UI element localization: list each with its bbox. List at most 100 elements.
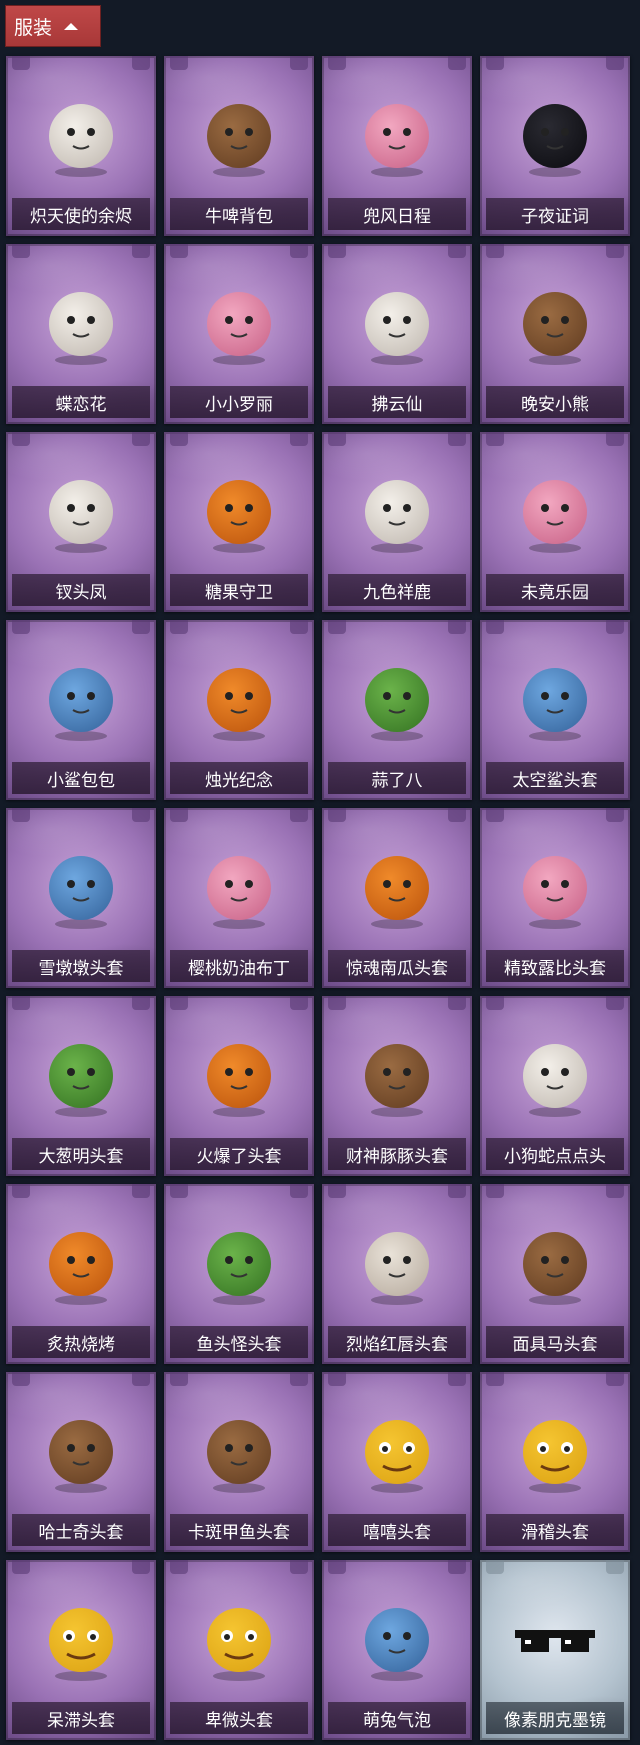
costume-item-card[interactable]: 小狗蛇点点头 [480,996,630,1176]
costume-item-card[interactable]: 哈士奇头套 [6,1372,156,1552]
costume-item-card[interactable]: 晚安小熊 [480,244,630,424]
scallion-head-icon [35,1028,127,1120]
costume-item-card[interactable]: 卡斑甲鱼头套 [164,1372,314,1552]
costume-item-card[interactable]: 雪墩墩头套 [6,808,156,988]
caret-up-icon [64,22,79,30]
costume-item-card[interactable]: 滑稽头套 [480,1372,630,1552]
card-clip-decoration [290,244,308,258]
card-clip-decoration [486,432,504,446]
costume-item-label: 烛光纪念 [170,762,308,794]
card-clip-decoration [132,620,150,634]
horse-head-icon [509,1216,601,1308]
costume-item-label: 糖果守卫 [170,574,308,606]
costume-item-card[interactable]: 炽天使的余烬 [6,56,156,236]
card-clip-decoration [12,432,30,446]
card-clip-decoration [132,244,150,258]
costume-item-card[interactable]: 萌兔气泡 [322,1560,472,1740]
costume-item-label: 滑稽头套 [486,1514,624,1546]
costume-item-card[interactable]: 拂云仙 [322,244,472,424]
card-clip-decoration [12,1372,30,1386]
card-clip-decoration [328,56,346,70]
costume-item-card[interactable]: 子夜证词 [480,56,630,236]
costume-item-label: 兜风日程 [328,198,466,230]
card-clip-decoration [132,1184,150,1198]
costume-item-card[interactable]: 九色祥鹿 [322,432,472,612]
card-clip-decoration [132,1560,150,1574]
card-clip-decoration [328,432,346,446]
card-clip-decoration [12,1560,30,1574]
costume-item-label: 九色祥鹿 [328,574,466,606]
card-clip-decoration [486,808,504,822]
card-clip-decoration [170,1372,188,1386]
card-clip-decoration [448,808,466,822]
card-clip-decoration [12,808,30,822]
card-clip-decoration [328,1372,346,1386]
costume-item-card[interactable]: 樱桃奶油布丁 [164,808,314,988]
costume-item-card[interactable]: 惊魂南瓜头套 [322,808,472,988]
card-clip-decoration [170,620,188,634]
costume-item-label: 牛啤背包 [170,198,308,230]
costume-item-card[interactable]: 火爆了头套 [164,996,314,1176]
costume-item-label: 樱桃奶油布丁 [170,950,308,982]
costume-item-card[interactable]: 小小罗丽 [164,244,314,424]
costume-item-label: 财神豚豚头套 [328,1138,466,1170]
pink-glasses-head-icon [509,840,601,932]
costume-category-toggle[interactable]: 服装 [5,5,101,47]
costume-item-label: 炙热烧烤 [12,1326,150,1358]
costume-item-card[interactable]: 面具马头套 [480,1184,630,1364]
card-clip-decoration [170,808,188,822]
costume-item-card[interactable]: 呆滞头套 [6,1560,156,1740]
costume-item-card[interactable]: 糖果守卫 [164,432,314,612]
husky-head-icon [35,1404,127,1496]
costume-item-card[interactable]: 兜风日程 [322,56,472,236]
costume-item-label: 大葱明头套 [12,1138,150,1170]
costume-item-card[interactable]: 像素朋克墨镜 [480,1560,630,1740]
space-shark-head-icon [509,652,601,744]
costume-item-card[interactable]: 太空鲨头套 [480,620,630,800]
card-clip-decoration [606,996,624,1010]
card-clip-decoration [328,620,346,634]
costume-item-card[interactable]: 大葱明头套 [6,996,156,1176]
dazed-emoji-icon [35,1592,127,1684]
costume-item-label: 小鲨包包 [12,762,150,794]
costume-item-card[interactable]: 卑微头套 [164,1560,314,1740]
card-clip-decoration [606,432,624,446]
costume-item-label: 拂云仙 [328,386,466,418]
card-clip-decoration [448,996,466,1010]
card-clip-decoration [132,432,150,446]
costume-item-card[interactable]: 牛啤背包 [164,56,314,236]
costume-item-label: 雪墩墩头套 [12,950,150,982]
costume-item-card[interactable]: 鱼头怪头套 [164,1184,314,1364]
pumpkin-scarecrow-icon [193,464,285,556]
jack-o-lantern-icon [351,840,443,932]
turtle-head-icon [193,1404,285,1496]
card-clip-decoration [290,808,308,822]
chibi-girl-icon [193,276,285,368]
costume-item-card[interactable]: 炙热烧烤 [6,1184,156,1364]
item-grid: 炽天使的余烬 牛啤背包 兜风日程 子夜证词 蝶恋花 小小罗丽 拂云仙 晚安小熊 … [6,56,630,1740]
costume-item-card[interactable]: 蒜了八 [322,620,472,800]
card-clip-decoration [170,1560,188,1574]
costume-item-card[interactable]: 烈焰红唇头套 [322,1184,472,1364]
shark-bag-icon [35,652,127,744]
humble-emoji-icon [193,1592,285,1684]
card-clip-decoration [606,1184,624,1198]
costume-item-card[interactable]: 未竟乐园 [480,432,630,612]
costume-item-label: 蒜了八 [328,762,466,794]
costume-item-card[interactable]: 小鲨包包 [6,620,156,800]
pink-cap-doll-icon [351,88,443,180]
costume-item-label: 炽天使的余烬 [12,198,150,230]
costume-item-card[interactable]: 烛光纪念 [164,620,314,800]
card-clip-decoration [448,244,466,258]
costume-item-label: 鱼头怪头套 [170,1326,308,1358]
costume-item-card[interactable]: 钗头凤 [6,432,156,612]
card-clip-decoration [170,1184,188,1198]
costume-item-card[interactable]: 蝶恋花 [6,244,156,424]
costume-item-card[interactable]: 精致露比头套 [480,808,630,988]
costume-item-card[interactable]: 嘻嘻头套 [322,1372,472,1552]
card-clip-decoration [290,1560,308,1574]
cloud-fairy-icon [351,276,443,368]
costume-item-label: 哈士奇头套 [12,1514,150,1546]
card-clip-decoration [328,996,346,1010]
costume-item-card[interactable]: 财神豚豚头套 [322,996,472,1176]
